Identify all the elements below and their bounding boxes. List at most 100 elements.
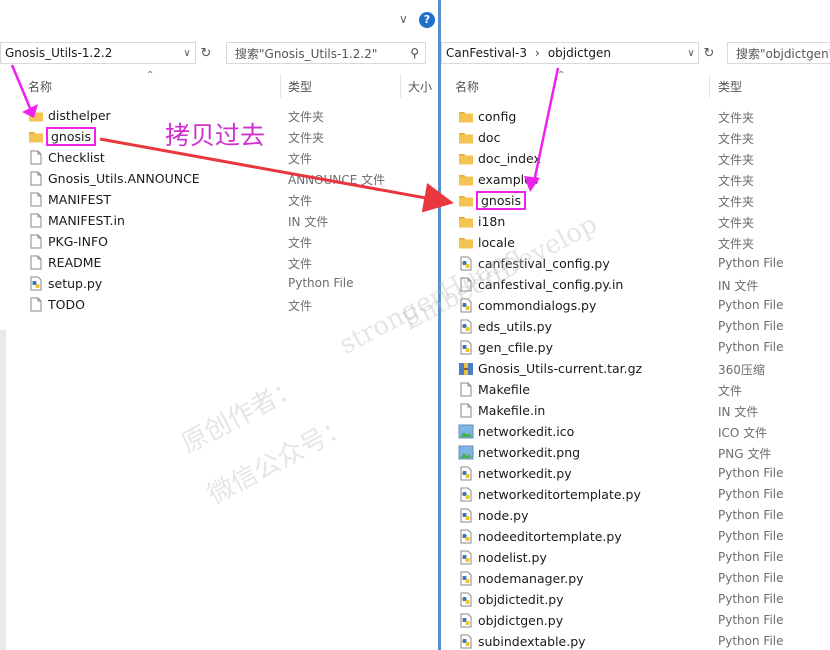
file-row[interactable]: networkedit.png PNG 文件 xyxy=(441,442,830,463)
file-type: Python File xyxy=(718,298,784,312)
python-file-icon xyxy=(28,276,44,291)
file-row[interactable]: examples 文件夹 xyxy=(441,169,830,190)
file-row[interactable]: subindextable.py Python File xyxy=(441,631,830,650)
right-col-type[interactable]: 类型 xyxy=(718,78,742,95)
column-divider[interactable] xyxy=(400,74,401,98)
file-row[interactable]: node.py Python File xyxy=(441,505,830,526)
file-row[interactable]: gnosis 文件夹 xyxy=(441,190,830,211)
file-row[interactable]: PKG-INFO 文件 xyxy=(0,231,438,252)
file-row[interactable]: networkedit.py Python File xyxy=(441,463,830,484)
file-row[interactable]: nodelist.py Python File xyxy=(441,547,830,568)
left-scroll-track[interactable] xyxy=(0,330,6,650)
file-name: networkedit.ico xyxy=(478,424,575,439)
file-icon xyxy=(458,382,474,397)
file-type: Python File xyxy=(718,487,784,501)
file-type: Python File xyxy=(718,508,784,522)
sort-ascending-icon: ⌃ xyxy=(146,70,155,81)
file-icon xyxy=(28,171,44,186)
file-row[interactable]: doc_index 文件夹 xyxy=(441,148,830,169)
file-row[interactable]: eds_utils.py Python File xyxy=(441,316,830,337)
file-type: 文件 xyxy=(288,194,313,208)
file-type: 文件 xyxy=(718,384,743,398)
file-icon xyxy=(28,297,44,312)
left-search-input[interactable]: 搜索"Gnosis_Utils-1.2.2" ⚲ xyxy=(226,42,426,64)
right-address-bar[interactable]: CanFestival-3 › objdictgen xyxy=(441,42,699,64)
file-type: IN 文件 xyxy=(288,215,329,229)
file-name: node.py xyxy=(478,508,529,523)
file-row[interactable]: gen_cfile.py Python File xyxy=(441,337,830,358)
file-name: gen_cfile.py xyxy=(478,340,554,355)
file-name: Gnosis_Utils.ANNOUNCE xyxy=(48,171,200,186)
file-row[interactable]: doc 文件夹 xyxy=(441,127,830,148)
left-search-placeholder: 搜索"Gnosis_Utils-1.2.2" xyxy=(235,46,378,61)
file-row[interactable]: nodeeditortemplate.py Python File xyxy=(441,526,830,547)
file-row[interactable]: Makefile.in IN 文件 xyxy=(441,400,830,421)
column-divider[interactable] xyxy=(709,74,710,98)
file-type: IN 文件 xyxy=(718,405,759,419)
file-row[interactable]: networkeditortemplate.py Python File xyxy=(441,484,830,505)
file-row[interactable]: objdictedit.py Python File xyxy=(441,589,830,610)
left-col-size[interactable]: 大小 xyxy=(408,78,432,95)
file-name: examples xyxy=(478,172,539,187)
file-name: nodemanager.py xyxy=(478,571,584,586)
python-file-icon xyxy=(458,529,474,544)
breadcrumb-item[interactable]: CanFestival-3 xyxy=(442,46,527,60)
file-type: Python File xyxy=(718,529,784,543)
python-file-icon xyxy=(458,592,474,607)
file-row[interactable]: MANIFEST.in IN 文件 xyxy=(0,210,438,231)
file-type: Python File xyxy=(718,592,784,606)
folder-icon xyxy=(458,193,474,208)
column-divider[interactable] xyxy=(280,74,281,98)
file-row[interactable]: MANIFEST 文件 xyxy=(0,189,438,210)
file-name: PKG-INFO xyxy=(48,234,108,249)
file-type: 文件 xyxy=(288,257,313,271)
file-name: networkedit.png xyxy=(478,445,581,460)
breadcrumb-separator-icon[interactable]: › xyxy=(535,46,540,60)
file-row[interactable]: TODO 文件 xyxy=(0,294,438,315)
left-address-text: Gnosis_Utils-1.2.2 xyxy=(5,46,113,60)
file-row[interactable]: config 文件夹 xyxy=(441,106,830,127)
file-row[interactable]: nodemanager.py Python File xyxy=(441,568,830,589)
file-icon xyxy=(28,213,44,228)
file-type: Python File xyxy=(718,319,784,333)
file-type: Python File xyxy=(718,340,784,354)
right-refresh-icon[interactable]: ↻ xyxy=(699,42,719,64)
ribbon-expand-chevron-icon[interactable]: ∨ xyxy=(399,12,408,26)
right-col-name[interactable]: 名称 xyxy=(455,78,479,95)
breadcrumb-item[interactable]: objdictgen xyxy=(548,46,611,60)
file-name: setup.py xyxy=(48,276,103,291)
left-col-type[interactable]: 类型 xyxy=(288,78,312,95)
right-address-dropdown-icon[interactable]: ∨ xyxy=(683,42,699,64)
right-column-header: ⌃ 名称 类型 xyxy=(441,70,830,102)
left-search-icon: ⚲ xyxy=(410,46,419,60)
file-name: gnosis xyxy=(475,191,527,210)
right-search-input[interactable]: 搜索"objdictgen" xyxy=(727,42,830,64)
file-row[interactable]: Makefile 文件 xyxy=(441,379,830,400)
file-row[interactable]: objdictgen.py Python File xyxy=(441,610,830,631)
file-name: config xyxy=(478,109,517,124)
file-type: 360压缩 xyxy=(718,363,765,377)
file-row[interactable]: Gnosis_Utils.ANNOUNCE ANNOUNCE 文件 xyxy=(0,168,438,189)
file-row[interactable]: setup.py Python File xyxy=(0,273,438,294)
folder-icon xyxy=(28,108,44,123)
left-refresh-icon[interactable]: ↻ xyxy=(196,42,216,64)
left-address-bar[interactable]: Gnosis_Utils-1.2.2 xyxy=(0,42,196,64)
help-icon[interactable]: ? xyxy=(419,12,435,28)
file-type: IN 文件 xyxy=(718,279,759,293)
file-row[interactable]: Gnosis_Utils-current.tar.gz 360压缩 xyxy=(441,358,830,379)
sort-ascending-icon: ⌃ xyxy=(557,70,566,81)
file-name: commondialogs.py xyxy=(478,298,597,313)
file-type: PNG 文件 xyxy=(718,447,772,461)
file-row[interactable]: commondialogs.py Python File xyxy=(441,295,830,316)
file-row[interactable]: i18n 文件夹 xyxy=(441,211,830,232)
archive-icon xyxy=(458,361,474,376)
python-file-icon xyxy=(458,319,474,334)
file-name: subindextable.py xyxy=(478,634,586,649)
left-col-name[interactable]: 名称 xyxy=(28,78,52,95)
image-icon xyxy=(458,424,474,439)
left-address-dropdown-icon[interactable]: ∨ xyxy=(179,42,195,64)
file-row[interactable]: networkedit.ico ICO 文件 xyxy=(441,421,830,442)
file-row[interactable]: README 文件 xyxy=(0,252,438,273)
python-file-icon xyxy=(458,466,474,481)
file-name: i18n xyxy=(478,214,506,229)
